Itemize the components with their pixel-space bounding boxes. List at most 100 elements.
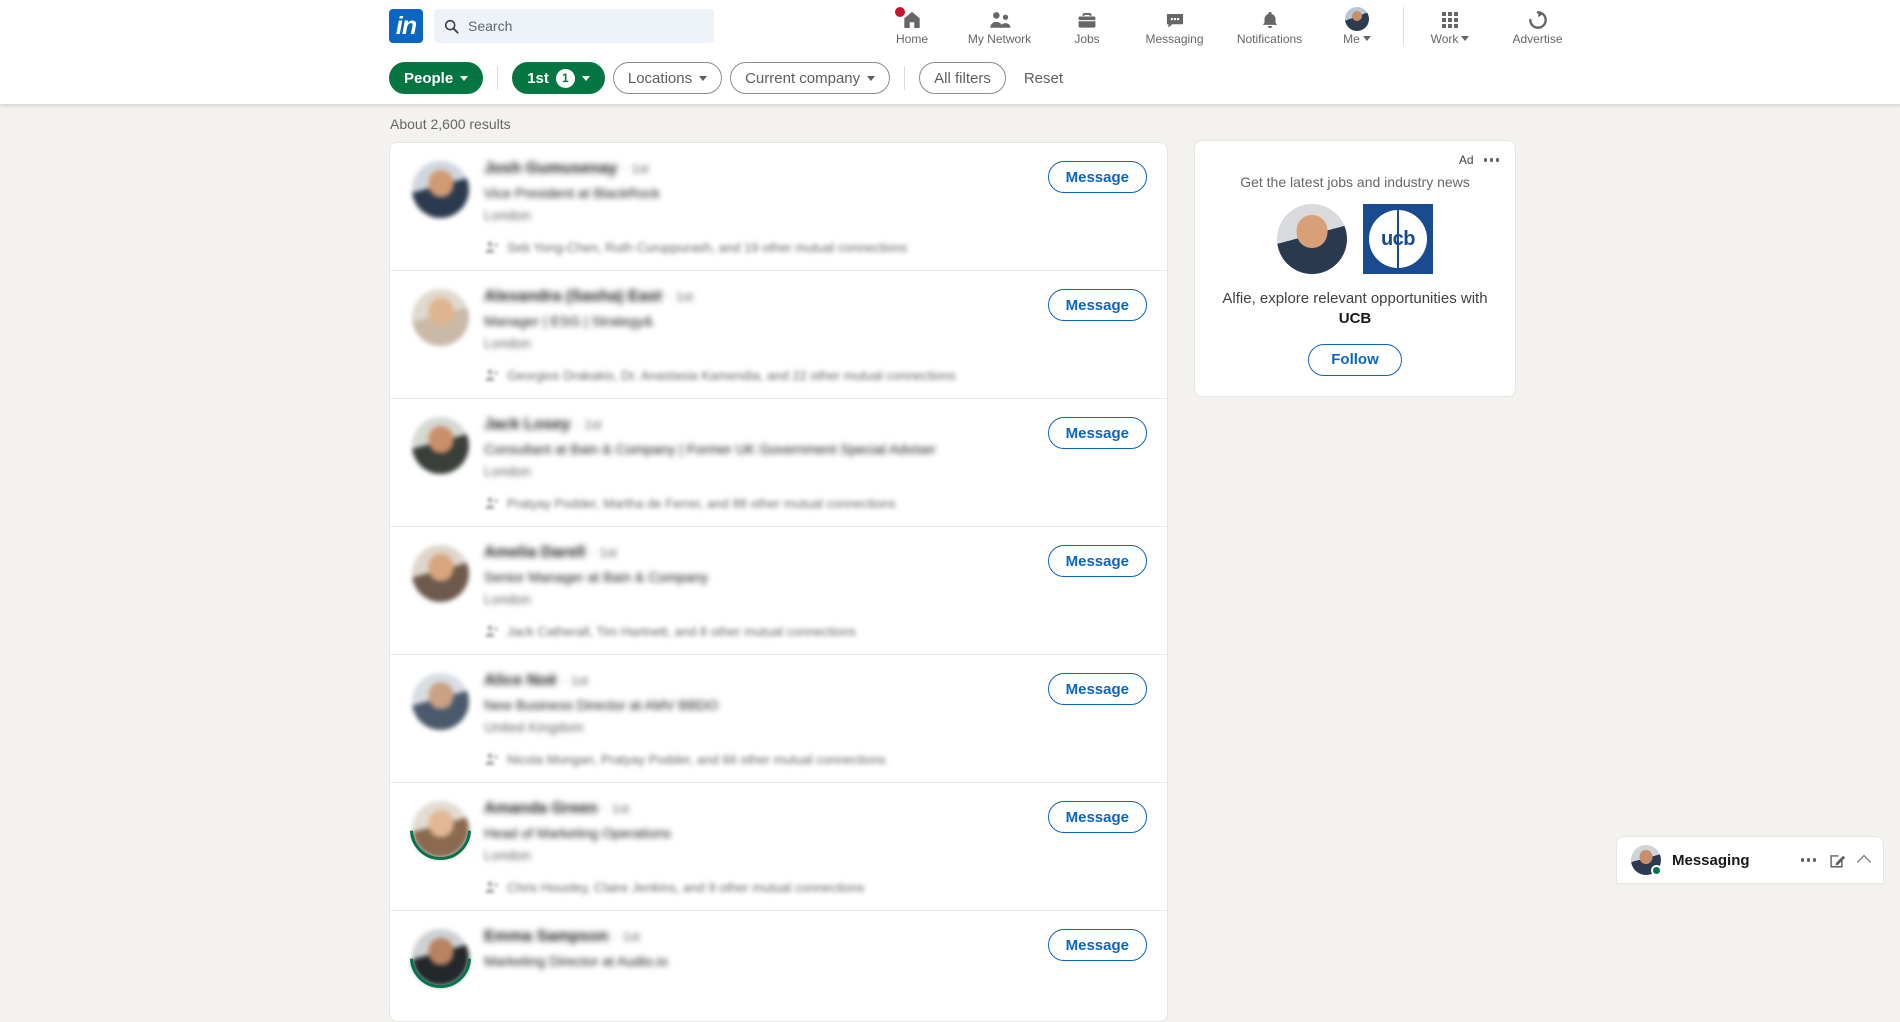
messaging-actions [1801,852,1870,869]
nav-right-group: Home My Network J [872,0,1585,52]
result-name[interactable]: Amelia Darell [484,544,585,562]
nav-item-my-network[interactable]: My Network [952,0,1047,52]
result-row[interactable]: Amelia Darell· 1stSenior Manager at Bain… [390,527,1167,655]
message-button[interactable]: Message [1048,417,1147,449]
nav-item-notifications[interactable]: Notifications [1222,0,1317,52]
result-mutual-row[interactable]: Nicola Mongan, Pratyay Podder, and 66 ot… [484,751,1147,767]
filter-pill-group: People 1st 1 Locations Current company A… [389,62,1073,94]
result-avatar-wrap[interactable] [412,417,469,474]
result-avatar-wrap[interactable] [412,289,469,346]
message-button[interactable]: Message [1048,161,1147,193]
nav-label-me: Me [1343,32,1360,46]
nav-label-work: Work [1431,32,1459,46]
linkedin-logo[interactable]: in [389,9,423,43]
result-avatar-wrap[interactable] [412,673,469,730]
filter-locations-label: Locations [628,70,692,87]
result-name[interactable]: Emma Sampson [484,928,608,946]
mutual-connections-icon [484,879,500,895]
result-mutual-row[interactable]: Pratyay Podder, Martha de Ferrer, and 88… [484,495,1147,511]
compose-message-icon[interactable] [1829,852,1846,869]
people-icon [987,7,1013,31]
message-bubble-icon [1163,7,1187,31]
nav-item-home[interactable]: Home [872,0,952,52]
result-location: London [484,207,1147,223]
result-avatar-wrap[interactable] [412,545,469,602]
nav-item-messaging[interactable]: Messaging [1127,0,1222,52]
chevron-up-icon[interactable] [1857,855,1871,869]
result-row[interactable]: Alice Noë· 1stNew Business Director at A… [390,655,1167,783]
all-filters-button[interactable]: All filters [919,62,1006,94]
result-mutual-row[interactable]: Georgios Drakakis, Dr. Anastasia Kamendi… [484,367,1147,383]
filter-current-company-label: Current company [745,70,860,87]
nav-item-jobs[interactable]: Jobs [1047,0,1127,52]
result-name[interactable]: Amanda Green [484,800,598,818]
chevron-down-icon [1461,36,1469,41]
result-mutual-connections: Chris Housley, Claire Jenkins, and 9 oth… [507,880,864,895]
ucb-company-logo: ucb [1363,204,1433,274]
messaging-more-options-icon[interactable] [1801,858,1817,862]
message-button[interactable]: Message [1048,289,1147,321]
mutual-connections-icon [484,239,500,255]
result-mutual-connections: Georgios Drakakis, Dr. Anastasia Kamendi… [507,368,956,383]
bell-icon [1258,7,1282,31]
result-name[interactable]: Jack Losey [484,416,570,434]
result-degree: · 1st [623,161,648,176]
search-results-column: About 2,600 results Josh Gumusenay· 1stV… [389,104,1168,1022]
result-mutual-connections: Pratyay Podder, Martha de Ferrer, and 88… [507,496,896,511]
ad-card: Ad Get the latest jobs and industry news… [1194,140,1516,397]
home-icon [900,7,924,31]
chevron-down-icon [582,76,590,81]
result-headline: Vice President at BlackRock [484,185,1147,201]
filter-connection-degree[interactable]: 1st 1 [512,62,605,94]
result-mutual-connections: Nicola Mongan, Pratyay Podder, and 66 ot… [507,752,886,767]
ad-tag: Ad [1459,153,1474,167]
result-degree: · 1st [614,929,639,944]
ad-more-options-icon[interactable] [1484,158,1500,162]
result-row[interactable]: Emma Sampson · 1st Marketing Director at A… [390,911,1167,1021]
result-headline: Head of Marketing Operations [484,825,1147,841]
search-results-card: Josh Gumusenay · 1st Vice President at Bla… [389,142,1168,1022]
nav-label-notifications: Notifications [1237,32,1302,46]
message-button[interactable]: Message [1048,545,1147,577]
page-body: About 2,600 results Josh Gumusenay· 1stV… [0,104,1900,884]
result-mutual-row[interactable]: Jack Catherall, Tim Hartnett, and 8 othe… [484,623,1147,639]
filter-degree-count: 1 [556,69,575,88]
ad-headline-prefix: Alfie, explore relevant opportunities wi… [1222,290,1487,307]
filter-people-label: People [404,70,453,87]
messaging-dock[interactable]: Messaging [1616,836,1884,884]
result-avatar [412,417,469,474]
result-row[interactable]: Amanda Green· 1stHead of Marketing Opera… [390,783,1167,911]
result-name[interactable]: Josh Gumusenay [484,160,617,178]
filter-locations[interactable]: Locations [613,62,722,94]
ad-column: Ad Get the latest jobs and industry news… [1194,140,1516,397]
reset-button[interactable]: Reset [1014,64,1073,93]
result-name[interactable]: Alice Noë [484,672,557,690]
filter-divider [904,66,905,90]
result-row[interactable]: Jack Losey· 1stConsultant at Bain & Comp… [390,399,1167,527]
result-row[interactable]: Alexandra (Sasha) East· 1stManager | ESG… [390,271,1167,399]
filter-current-company[interactable]: Current company [730,62,890,94]
chevron-down-icon [699,76,707,81]
result-mutual-connections: Seb Yong-Chen, Ruth Curuppurash, and 19 … [507,240,907,255]
message-button[interactable]: Message [1048,929,1147,961]
result-avatar-wrap[interactable] [412,801,469,858]
nav-item-me[interactable]: Me [1317,0,1397,52]
result-mutual-row[interactable]: Chris Housley, Claire Jenkins, and 9 oth… [484,879,1147,895]
message-button[interactable]: Message [1048,673,1147,705]
result-name[interactable]: Alexandra (Sasha) East [484,288,662,306]
avatar-icon [1345,7,1369,31]
nav-item-advertise[interactable]: Advertise [1490,0,1585,52]
result-avatar-wrap[interactable] [412,929,469,986]
all-filters-label: All filters [934,70,991,87]
follow-button[interactable]: Follow [1308,344,1402,376]
filter-people[interactable]: People [389,62,483,94]
result-mutual-row[interactable]: Seb Yong-Chen, Ruth Curuppurash, and 19 … [484,239,1147,255]
result-avatar-wrap[interactable] [412,161,469,218]
result-row[interactable]: Josh Gumusenay · 1st Vice President at Bla… [390,143,1167,271]
message-button[interactable]: Message [1048,801,1147,833]
result-degree: · 1st [668,289,693,304]
nav-item-work[interactable]: Work [1410,0,1490,52]
search-input[interactable] [468,18,693,34]
result-headline: Marketing Director at Audio.io [484,953,1147,969]
search-box[interactable] [434,9,714,43]
